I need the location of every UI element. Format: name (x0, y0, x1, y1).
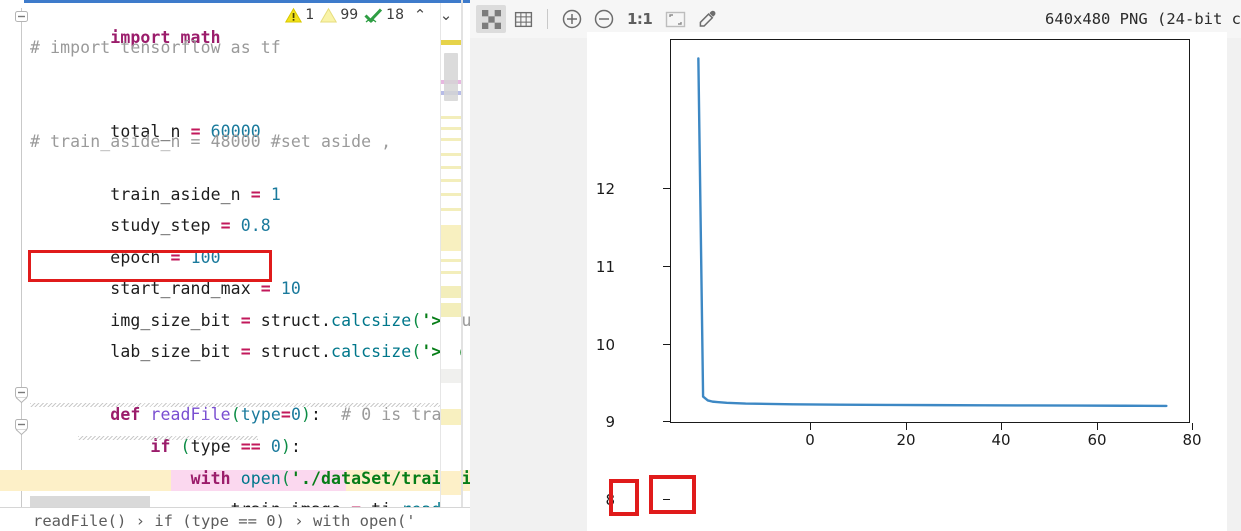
color-picker-icon[interactable] (692, 5, 722, 33)
y-tick-label-10: 10 (595, 336, 615, 354)
weak-warning-count: 99 (340, 7, 359, 23)
code-line-comment-tf[interactable]: # import tensorflow as tf (30, 37, 281, 58)
inspection-ok[interactable]: 18 (364, 7, 404, 24)
weak-warning-triangle-icon (320, 7, 338, 22)
editor-viewer-divider (461, 0, 463, 531)
code-editor-pane[interactable]: import math # import tensorflow as tf to… (0, 0, 470, 531)
stripe-mark-12[interactable] (441, 303, 461, 317)
x-tick-mark-80 (1192, 423, 1194, 430)
annotation-box-curve-knee (649, 475, 696, 514)
chart-series-loss (697, 57, 1168, 408)
stripe-mark-warning[interactable] (441, 40, 461, 45)
stripe-mark-13[interactable] (441, 369, 461, 383)
code-text-layer[interactable]: import math # import tensorflow as tf to… (0, 0, 470, 531)
inspection-squiggle-def (30, 403, 460, 407)
x-tick-label-20: 20 (896, 431, 916, 449)
stripe-mark-block-1[interactable] (441, 225, 461, 251)
stripe-mark-4[interactable] (441, 153, 461, 156)
val-train-aside-n: 1 (270, 185, 281, 204)
x-tick-label-40: 40 (991, 431, 1011, 449)
x-tick-mark-0 (810, 423, 812, 430)
y-tick-mark-8 (663, 499, 670, 501)
y-tick-mark-12 (663, 188, 670, 190)
inspection-warnings[interactable]: 1 (285, 7, 314, 24)
image-viewer-pane: 1:1 640x480 PNG (24-bit c 12 11 10 9 8 0… (470, 0, 1241, 531)
matplotlib-figure: 12 11 10 9 8 0 20 40 60 80 (587, 32, 1227, 531)
y-tick-label-12: 12 (595, 180, 615, 198)
warning-triangle-icon (285, 7, 303, 22)
y-tick-mark-11 (663, 266, 670, 268)
image-canvas-area[interactable]: 12 11 10 9 8 0 20 40 60 80 (470, 32, 1241, 531)
stripe-mark-block-2[interactable] (441, 409, 461, 425)
inspection-squiggle-if (78, 436, 258, 440)
y-tick-label-8: 8 (605, 491, 615, 509)
actual-size-button[interactable]: 1:1 (621, 10, 658, 28)
code-line-lab-size-bit[interactable]: lab_size_bit = struct.calcsize('>1b (30, 320, 462, 383)
green-check-icon (364, 7, 383, 23)
inspection-weak-warnings[interactable]: 99 (320, 7, 358, 24)
transparency-checkerboard-icon[interactable] (476, 5, 506, 33)
x-tick-label-80: 80 (1182, 431, 1202, 449)
stripe-mark-3[interactable] (441, 138, 461, 141)
y-tick-mark-10 (663, 344, 670, 346)
y-tick-label-9: 9 (605, 413, 615, 431)
y-tick-label-11: 11 (595, 258, 615, 276)
screen-root: import math # import tensorflow as tf to… (0, 0, 1241, 531)
stripe-mark-11[interactable] (441, 286, 461, 298)
x-tick-label-0: 0 (805, 431, 815, 449)
x-tick-label-60: 60 (1087, 431, 1107, 449)
grid-icon[interactable] (508, 5, 538, 33)
x-tick-mark-40 (1001, 423, 1003, 430)
stripe-mark-2[interactable] (441, 127, 461, 130)
ok-count: 18 (386, 7, 404, 23)
editor-error-stripe-scrollbar[interactable] (440, 3, 461, 531)
code-line-comment-aside[interactable]: # train_aside_n = 48000 #set aside , (30, 131, 391, 152)
stripe-mark-5[interactable] (441, 166, 461, 169)
next-problem-chevron-down-icon[interactable]: ⌄ (436, 6, 456, 24)
warning-count: 1 (305, 7, 315, 23)
zoom-in-icon[interactable] (557, 5, 587, 33)
stripe-mark-1[interactable] (441, 116, 461, 119)
toolbar-separator (547, 9, 548, 29)
previous-problem-chevron-up-icon[interactable]: ⌃ (410, 6, 430, 24)
stripe-mark-8[interactable] (441, 208, 461, 211)
y-tick-mark-9 (663, 421, 670, 423)
zoom-out-icon[interactable] (589, 5, 619, 33)
breadcrumb[interactable]: readFile() › if (type == 0) › with open(… (0, 507, 470, 531)
stripe-mark-10[interactable] (441, 271, 461, 274)
editor-horizontal-scrollbar-thumb[interactable] (30, 496, 150, 507)
stripe-mark-current-line[interactable] (441, 471, 461, 495)
x-tick-mark-20 (906, 423, 908, 430)
chart-plot-area (697, 57, 1168, 408)
stripe-mark-9[interactable] (441, 259, 461, 262)
x-tick-mark-60 (1097, 423, 1099, 430)
inspection-widget[interactable]: 1 99 18 ⌃ ⌄ (285, 6, 456, 24)
stripe-mark-7[interactable] (441, 193, 461, 196)
editor-scrollbar-thumb[interactable] (444, 53, 458, 101)
val-study-step: 0.8 (240, 216, 271, 235)
fit-to-window-icon[interactable] (660, 5, 690, 33)
stripe-mark-6[interactable] (441, 179, 461, 182)
